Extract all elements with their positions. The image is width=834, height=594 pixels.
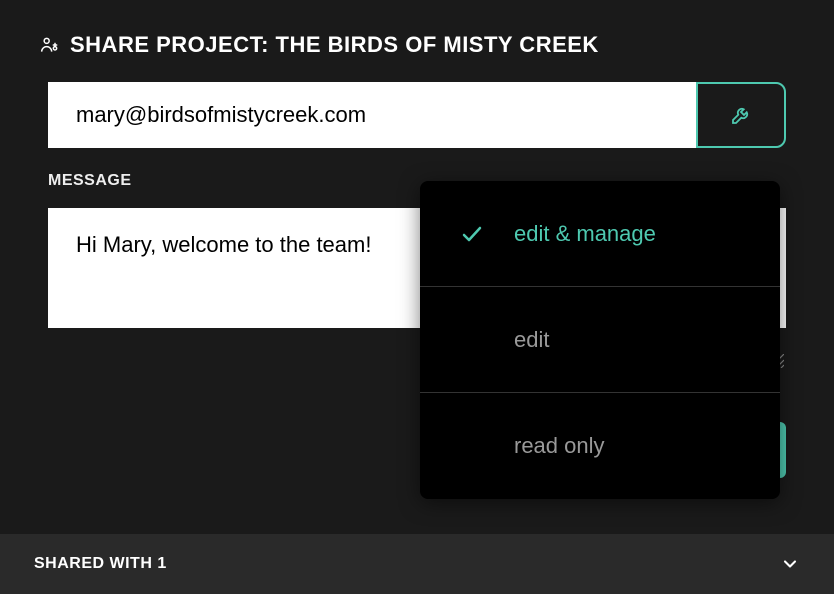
shared-with-footer[interactable]: SHARED WITH 1 [0,534,834,594]
email-row [48,82,786,148]
share-icon [40,35,60,55]
permission-option-read-only[interactable]: read only [420,393,780,499]
permission-option-label: edit & manage [514,221,740,247]
check-icon [460,222,496,246]
permission-option-edit[interactable]: edit [420,287,780,393]
email-input[interactable] [48,82,696,148]
permission-option-edit-manage[interactable]: edit & manage [420,181,780,287]
permission-option-label: edit [514,327,740,353]
dialog-title: SHARE PROJECT: THE BIRDS OF MISTY CREEK [70,32,599,58]
dialog-header: SHARE PROJECT: THE BIRDS OF MISTY CREEK [0,0,834,82]
shared-with-label: SHARED WITH 1 [34,555,167,573]
chevron-down-icon [780,554,800,574]
permission-dropdown-menu: edit & manage edit read only [420,181,780,499]
permission-option-label: read only [514,433,740,459]
permission-dropdown-button[interactable] [696,82,786,148]
wrench-icon [729,103,753,127]
